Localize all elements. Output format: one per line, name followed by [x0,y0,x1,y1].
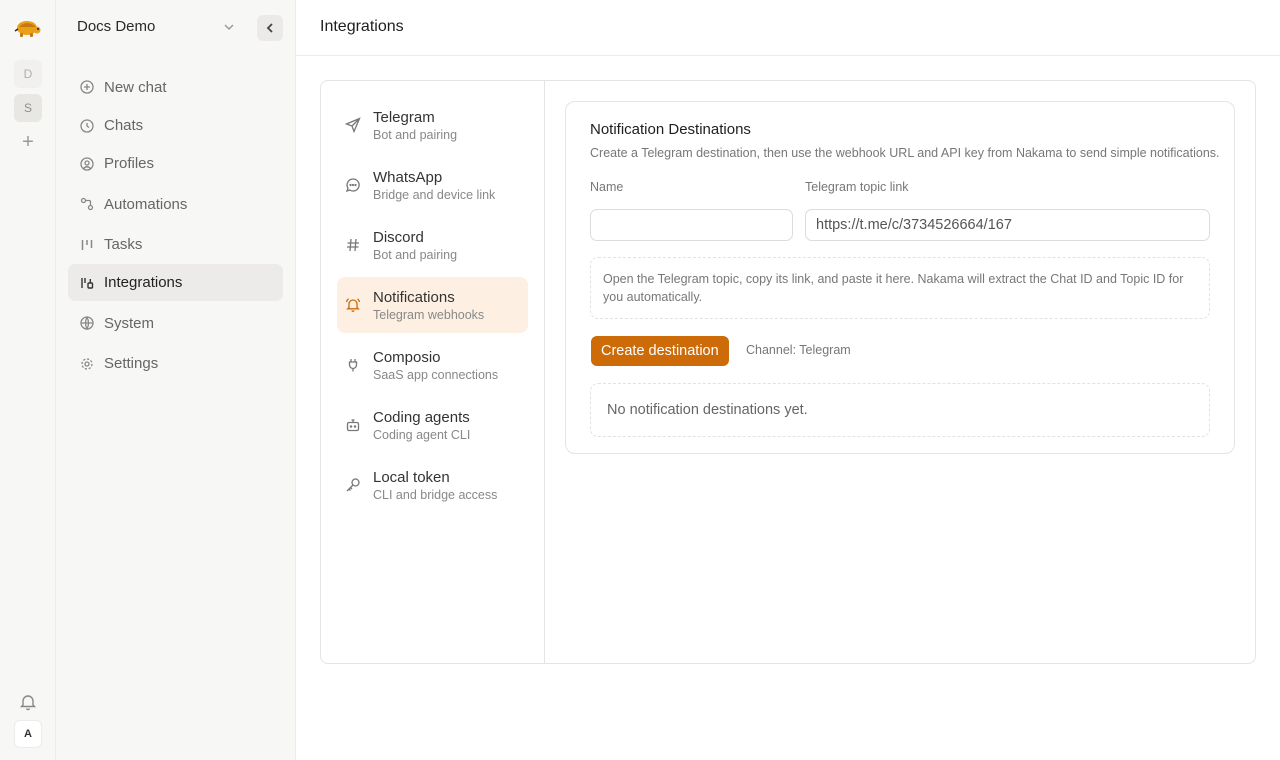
sidebar-item-label: Automations [104,195,188,213]
plus-circle-icon [80,80,94,94]
integration-sub: SaaS app connections [373,367,499,382]
bot-icon [346,419,360,432]
bell-icon [345,298,361,312]
sidebar-item-label: New chat [104,78,167,96]
hash-icon [347,238,359,252]
section-title: Notification Destinations [590,121,751,138]
empty-state: No notification destinations yet. [590,383,1210,437]
key-icon [346,478,360,492]
integrations-panel: Telegram Bot and pairing WhatsApp Bridge a… [320,80,1256,664]
workspace-name[interactable]: Docs Demo [77,18,155,35]
channel-label: Channel: Telegram [746,343,851,357]
integration-sub: Bot and pairing [373,247,458,262]
plus-icon[interactable]: + [18,132,38,152]
section-description: Create a Telegram destination, then use … [590,146,1220,160]
sidebar-item-system[interactable]: System [68,302,283,344]
sidebar-nav: New chat Chats Profiles Automations Task… [68,68,283,383]
topic-link-hint: Open the Telegram topic, copy its link, … [590,257,1210,319]
sidebar-item-new-chat[interactable]: New chat [68,68,283,106]
sidebar-item-tasks[interactable]: Tasks [68,226,283,263]
send-icon [345,117,361,133]
turtle-logo[interactable] [14,16,42,40]
sidebar-item-label: Tasks [104,236,143,253]
integration-whatsapp[interactable]: WhatsApp Bridge and device link [337,157,528,213]
integration-coding-agents[interactable]: Coding agents Coding agent CLI [337,397,528,453]
topic-link-input[interactable] [805,209,1210,241]
page-header: Integrations [296,0,1280,56]
gear-icon [81,357,93,370]
integration-sub: Telegram webhooks [373,307,485,322]
integration-name: Discord [373,228,424,246]
integration-sub: Bot and pairing [373,127,458,142]
sidebar: Docs Demo New chat Chats Profiles Automa… [56,0,296,760]
clock-icon [80,118,94,133]
sidebar-item-settings[interactable]: Settings [68,345,283,382]
integration-local-token[interactable]: Local token CLI and bridge access [337,457,528,513]
integration-sub: Bridge and device link [373,187,496,202]
integration-name: Local token [373,468,450,486]
workspace-rail: D S + A [0,0,56,760]
sidebar-item-automations[interactable]: Automations [68,183,283,225]
integration-name: Composio [373,348,441,366]
sidebar-item-label: Chats [104,117,144,134]
workspace-d[interactable]: D [14,60,42,88]
integration-sub: Coding agent CLI [373,427,471,442]
create-destination-button[interactable]: Create destination [591,336,729,366]
kanban-icon [81,239,93,250]
integration-name: WhatsApp [373,168,443,186]
integration-discord[interactable]: Discord Bot and pairing [337,217,528,273]
workspace-s[interactable]: S [14,94,42,122]
plug-icon [348,359,358,372]
sidebar-item-profiles[interactable]: Profiles [68,145,283,182]
sidebar-item-label: Settings [104,355,159,372]
integration-sub: CLI and bridge access [373,487,498,502]
sidebar-item-label: Profiles [104,155,155,172]
user-circle-icon [80,156,94,171]
globe-icon [80,316,94,330]
page-title: Integrations [320,18,404,35]
avatar[interactable]: A [14,720,42,748]
integration-name: Notifications [373,288,455,306]
integrations-icon [81,277,94,289]
notification-destinations-card: Notification Destinations Create a Teleg… [565,101,1235,454]
bell-icon[interactable] [18,692,38,712]
message-circle-icon [345,178,360,193]
integration-notifications[interactable]: Notifications Telegram webhooks [337,277,528,333]
sidebar-item-label: Integrations [104,274,183,291]
sidebar-item-integrations[interactable]: Integrations [68,264,283,301]
workflow-icon [80,197,94,211]
sidebar-item-chats[interactable]: Chats [68,107,283,144]
chevron-down-icon[interactable] [220,18,238,36]
sidebar-item-label: System [104,314,155,332]
integration-composio[interactable]: Composio SaaS app connections [337,337,528,393]
integration-list: Telegram Bot and pairing WhatsApp Bridge a… [321,81,545,663]
topic-link-label: Telegram topic link [805,180,909,194]
integration-name: Telegram [373,108,435,126]
collapse-sidebar-button[interactable] [257,15,283,41]
integration-name: Coding agents [373,408,470,426]
name-input[interactable] [590,209,793,241]
integration-telegram[interactable]: Telegram Bot and pairing [337,97,528,153]
name-label: Name [590,180,624,194]
